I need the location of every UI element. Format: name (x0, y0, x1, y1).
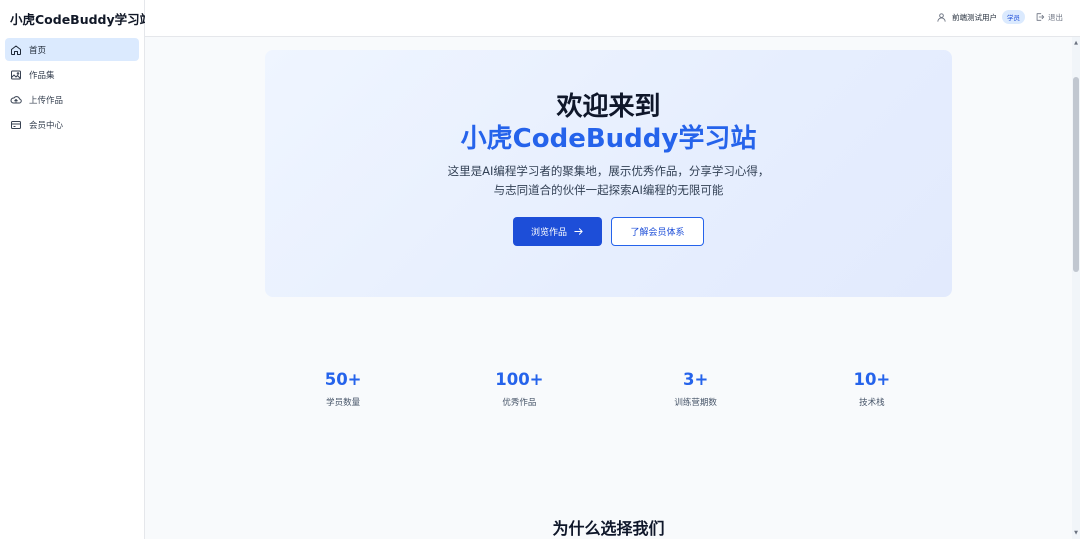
stat-label: 训练营期数 (674, 398, 717, 408)
sidebar-item-membership[interactable]: 会员中心 (5, 113, 139, 136)
brand-title: 小虎CodeBuddy学习站 (10, 11, 153, 27)
stat-value: 50+ (324, 370, 362, 389)
stat-tech: 10+ 技术栈 (784, 370, 960, 408)
user-icon (936, 12, 947, 23)
role-badge: 学员 (1002, 10, 1025, 24)
stat-camps: 3+ 训练营期数 (608, 370, 784, 408)
sidebar-item-label: 作品集 (29, 70, 55, 81)
learn-membership-button[interactable]: 了解会员体系 (611, 217, 704, 246)
scrollbar[interactable]: ▲ ▼ (1072, 37, 1080, 539)
sidebar: 小虎CodeBuddy学习站 首页 作品集 上传作品 会员中心 (0, 0, 153, 539)
top-header: 前端测试用户 学员 退出 (145, 0, 1080, 37)
sidebar-item-label: 上传作品 (29, 95, 64, 106)
sidebar-item-upload[interactable]: 上传作品 (5, 88, 139, 111)
home-icon (10, 44, 22, 56)
stat-value: 3+ (682, 370, 709, 389)
section-title: 为什么选择我们 (552, 519, 665, 538)
sidebar-nav: 首页 作品集 上传作品 会员中心 (0, 36, 144, 140)
stats-row: 50+ 学员数量 100+ 优秀作品 3+ 训练营期数 10+ 技术栈 (255, 370, 960, 408)
credit-card-icon (10, 119, 22, 131)
learn-membership-label: 了解会员体系 (630, 228, 685, 238)
user-name: 前端测试用户 (952, 12, 997, 22)
image-icon (10, 69, 22, 81)
hero-title-line2: 小虎CodeBuddy学习站 (460, 124, 757, 154)
scroll-up-arrow-icon[interactable]: ▲ (1073, 40, 1079, 46)
logout-label: 退出 (1048, 12, 1063, 22)
cloud-upload-icon (10, 94, 22, 106)
stat-works: 100+ 优秀作品 (431, 370, 607, 408)
browse-works-button[interactable]: 浏览作品 (513, 217, 602, 246)
browse-works-label: 浏览作品 (530, 228, 567, 238)
logout-icon (1036, 13, 1045, 21)
scroll-thumb[interactable] (1073, 77, 1079, 272)
hero-description-line1: 这里是AI编程学习者的聚集地，展示优秀作品，分享学习心得， (447, 164, 770, 178)
sidebar-item-label: 会员中心 (29, 120, 64, 131)
logout-button[interactable]: 退出 (1035, 12, 1063, 23)
sidebar-item-home[interactable]: 首页 (5, 38, 139, 61)
arrow-right-icon (574, 228, 583, 235)
sidebar-item-label: 首页 (29, 45, 47, 56)
hero-description-line2: 与志同道合的伙伴一起探索AI编程的无限可能 (493, 183, 724, 197)
hero-title-line1: 欢迎来到 (556, 92, 661, 122)
sidebar-item-portfolio[interactable]: 作品集 (5, 63, 139, 86)
hero-banner: 欢迎来到 小虎CodeBuddy学习站 这里是AI编程学习者的聚集地，展示优秀作… (265, 50, 952, 297)
stat-label: 学员数量 (326, 398, 361, 408)
hero-buttons: 浏览作品 了解会员体系 (265, 217, 952, 246)
scroll-down-arrow-icon[interactable]: ▼ (1073, 530, 1079, 536)
stat-students: 50+ 学员数量 (255, 370, 431, 408)
stat-value: 100+ (495, 370, 544, 389)
stat-label: 技术栈 (859, 398, 885, 408)
stat-label: 优秀作品 (502, 398, 537, 408)
user-area: 前端测试用户 学员 退出 (936, 10, 1063, 24)
stat-value: 10+ (853, 370, 891, 389)
